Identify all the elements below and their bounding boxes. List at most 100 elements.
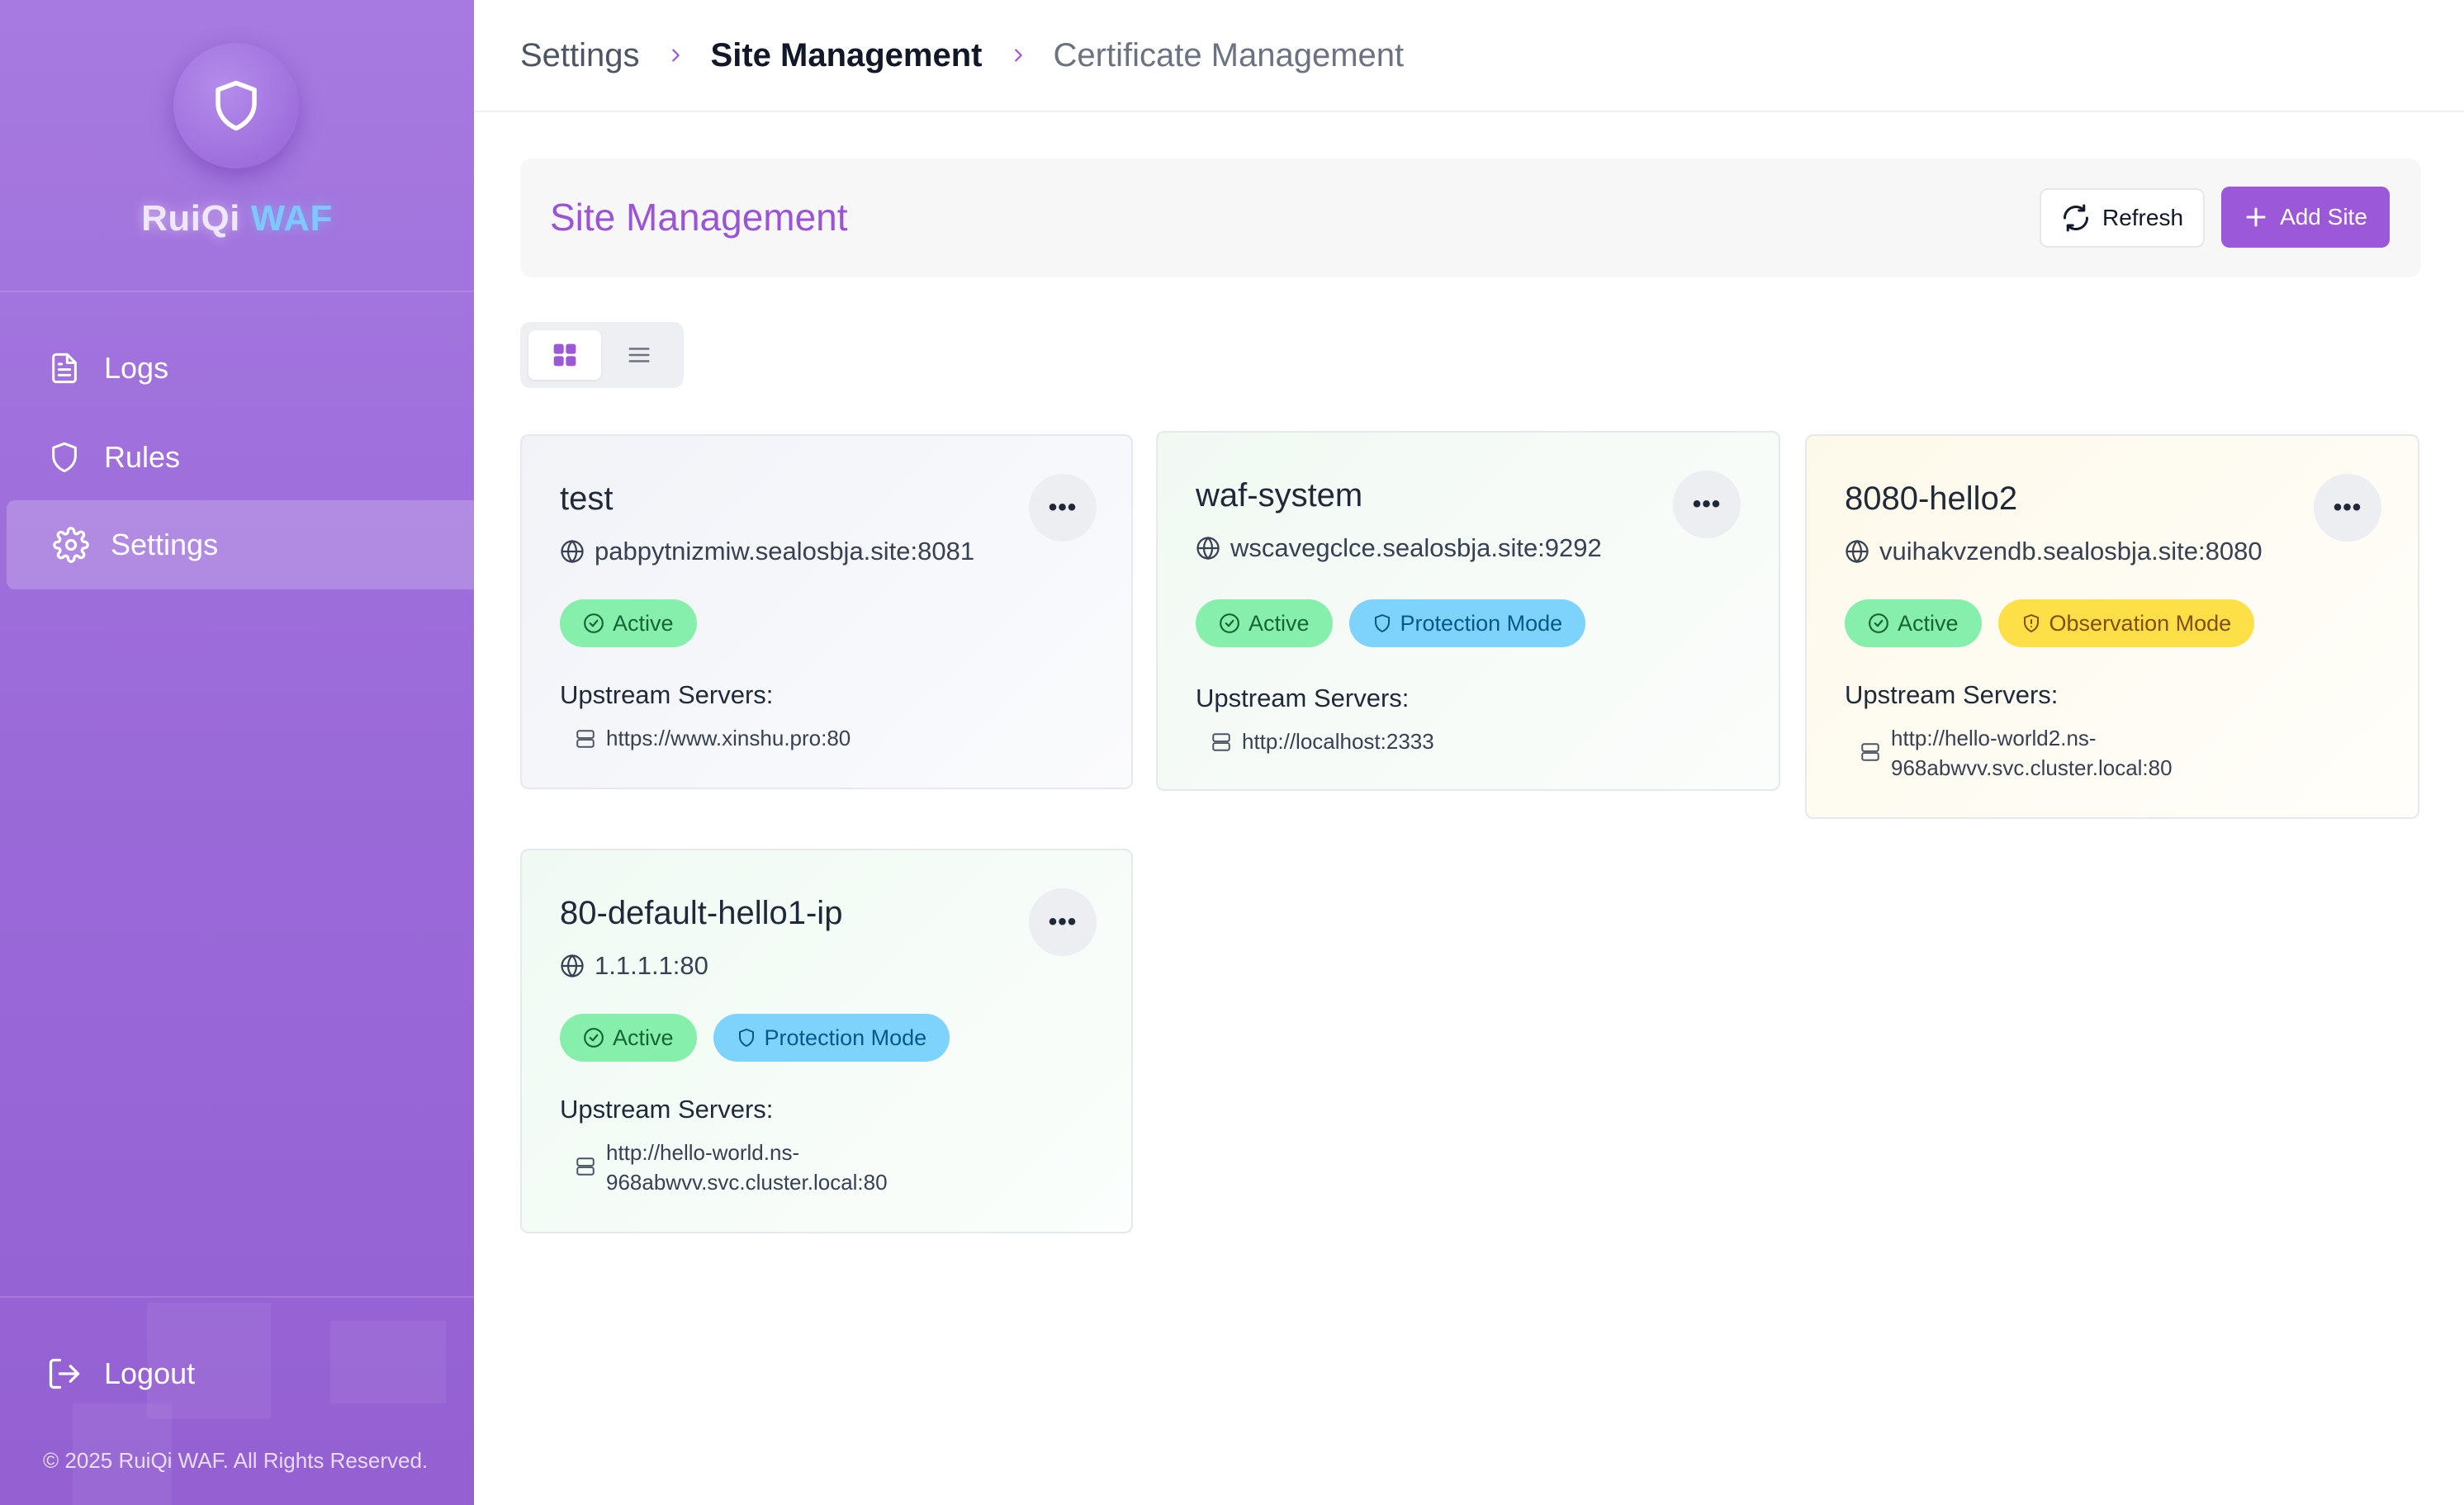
- grid-icon: [553, 343, 576, 367]
- server-icon: [1212, 733, 1230, 751]
- globe-icon: [1846, 539, 1869, 564]
- brand-name-part1: RuiQi: [141, 198, 240, 239]
- more-options-button[interactable]: •••: [1029, 888, 1097, 956]
- globe-icon: [561, 539, 584, 564]
- shield-icon: [45, 438, 84, 477]
- shield-icon: [738, 1029, 754, 1047]
- shield-icon: [1374, 614, 1390, 632]
- logout-icon: [45, 1354, 84, 1394]
- sidebar: RuiQi WAF Logs Rules Settings Logout © 2…: [0, 0, 474, 1505]
- site-domain: vuihakvzendb.sealosbja.site:8080: [1845, 537, 2263, 566]
- page-header: Site Management Refresh Add Site: [520, 159, 2421, 277]
- upstream-url: http://hello-world.ns-: [606, 1140, 800, 1165]
- file-text-icon: [45, 348, 84, 388]
- page-title: Site Management: [550, 196, 848, 239]
- site-domain: pabpytnizmiw.sealosbja.site:8081: [560, 537, 974, 566]
- refresh-icon: [2063, 204, 2088, 232]
- shield-icon: [216, 80, 257, 131]
- status-badge: Active: [1845, 599, 1982, 647]
- status-badge-label: Active: [613, 1025, 674, 1050]
- copyright: © 2025 RuiQi WAF. All Rights Reserved.: [43, 1448, 429, 1473]
- server-icon: [576, 730, 595, 748]
- mode-badge-label: Protection Mode: [764, 1025, 927, 1050]
- breadcrumb-item-settings[interactable]: Settings: [520, 37, 640, 74]
- more-options-button[interactable]: •••: [1673, 471, 1741, 538]
- upstream-server: https://www.xinshu.pro:80: [575, 723, 851, 753]
- sidebar-item-label: Logs: [104, 351, 169, 385]
- sidebar-divider: [0, 1296, 474, 1298]
- logout-button[interactable]: Logout: [7, 1329, 474, 1418]
- more-icon: •••: [2333, 494, 2362, 521]
- brand-name: RuiQi WAF: [0, 198, 474, 239]
- mode-badge: Observation Mode: [1997, 599, 2255, 647]
- plus-icon: [2246, 207, 2266, 227]
- more-icon: •••: [1692, 490, 1722, 518]
- server-icon: [576, 1157, 595, 1176]
- site-name: 8080-hello2: [1845, 480, 2018, 517]
- grid-view-button[interactable]: [528, 330, 601, 380]
- refresh-button[interactable]: Refresh: [2040, 188, 2205, 248]
- refresh-label: Refresh: [2102, 205, 2184, 230]
- badge-row: Active Protection Mode: [560, 1014, 966, 1062]
- gear-icon: [51, 525, 91, 565]
- mode-badge: Protection Mode: [1348, 599, 1586, 647]
- site-domain-text: pabpytnizmiw.sealosbja.site:8081: [595, 537, 975, 566]
- view-toggle: [520, 322, 684, 388]
- add-site-label: Add Site: [2280, 204, 2367, 230]
- mode-badge: Protection Mode: [713, 1014, 950, 1062]
- more-options-button[interactable]: •••: [2314, 474, 2381, 542]
- sidebar-item-settings[interactable]: Settings: [7, 500, 474, 589]
- shield-alert-icon: [2023, 614, 2039, 632]
- mode-badge-label: Protection Mode: [1400, 610, 1563, 636]
- chevron-right-icon: [666, 44, 685, 67]
- upstream-server: http://localhost:2333: [1211, 726, 1434, 756]
- badge-row: Active Observation Mode: [1845, 599, 2271, 647]
- status-badge: Active: [560, 1014, 697, 1062]
- status-badge: Active: [1196, 599, 1333, 647]
- sidebar-item-rules[interactable]: Rules: [7, 413, 474, 502]
- more-icon: •••: [1048, 908, 1078, 935]
- sidebar-item-label: Rules: [104, 440, 181, 474]
- upstream-url-continued: 968abwvv.svc.cluster.local:80: [1891, 755, 2173, 780]
- site-name: waf-system: [1196, 477, 1363, 513]
- site-card[interactable]: waf-system wscavegclce.sealosbja.site:92…: [1156, 431, 1780, 791]
- upstream-label: Upstream Servers:: [1196, 684, 1410, 712]
- upstream-label: Upstream Servers:: [560, 1095, 774, 1124]
- check-circle-icon: [584, 613, 604, 633]
- brand-name-part2: WAF: [250, 198, 333, 239]
- list-icon: [628, 348, 650, 362]
- check-circle-icon: [584, 1028, 604, 1048]
- badge-row: Active Protection Mode: [1196, 599, 1602, 647]
- chevron-right-icon: [1009, 44, 1027, 67]
- site-domain: wscavegclce.sealosbja.site:9292: [1196, 533, 1602, 563]
- check-circle-icon: [1220, 613, 1239, 633]
- add-site-button[interactable]: Add Site: [2221, 187, 2390, 248]
- breadcrumb: Settings Site Management Certificate Man…: [474, 0, 2464, 112]
- site-card[interactable]: 8080-hello2 vuihakvzendb.sealosbja.site:…: [1805, 434, 2419, 819]
- breadcrumb-item-site-management[interactable]: Site Management: [711, 37, 983, 74]
- badge-row: Active: [560, 599, 713, 647]
- site-card[interactable]: 80-default-hello1-ip 1.1.1.1:80 ••• Acti…: [520, 849, 1133, 1233]
- list-view-button[interactable]: [603, 330, 675, 380]
- status-badge-label: Active: [1249, 610, 1310, 636]
- globe-icon: [1196, 536, 1220, 561]
- site-domain-text: wscavegclce.sealosbja.site:9292: [1230, 533, 1602, 562]
- breadcrumb-item-certificate-management[interactable]: Certificate Management: [1054, 37, 1405, 74]
- upstream-url: http://hello-world2.ns-: [1891, 726, 2097, 750]
- more-icon: •••: [1048, 494, 1078, 521]
- sidebar-item-label: Settings: [111, 528, 219, 561]
- upstream-url: http://localhost:2333: [1242, 729, 1434, 754]
- server-icon: [1861, 743, 1879, 761]
- logo: [173, 43, 299, 168]
- upstream-server: http://hello-world2.ns- 968abwvv.svc.clu…: [1860, 723, 2173, 783]
- more-options-button[interactable]: •••: [1029, 474, 1097, 542]
- upstream-url-continued: 968abwvv.svc.cluster.local:80: [606, 1170, 888, 1195]
- status-badge-label: Active: [1898, 610, 1959, 636]
- site-card[interactable]: test pabpytnizmiw.sealosbja.site:8081 ••…: [520, 434, 1133, 789]
- sidebar-item-logs[interactable]: Logs: [7, 324, 474, 413]
- upstream-label: Upstream Servers:: [1845, 680, 2059, 709]
- check-circle-icon: [1869, 613, 1888, 633]
- status-badge: Active: [560, 599, 697, 647]
- site-name: 80-default-hello1-ip: [560, 895, 843, 931]
- upstream-url: https://www.xinshu.pro:80: [606, 726, 851, 750]
